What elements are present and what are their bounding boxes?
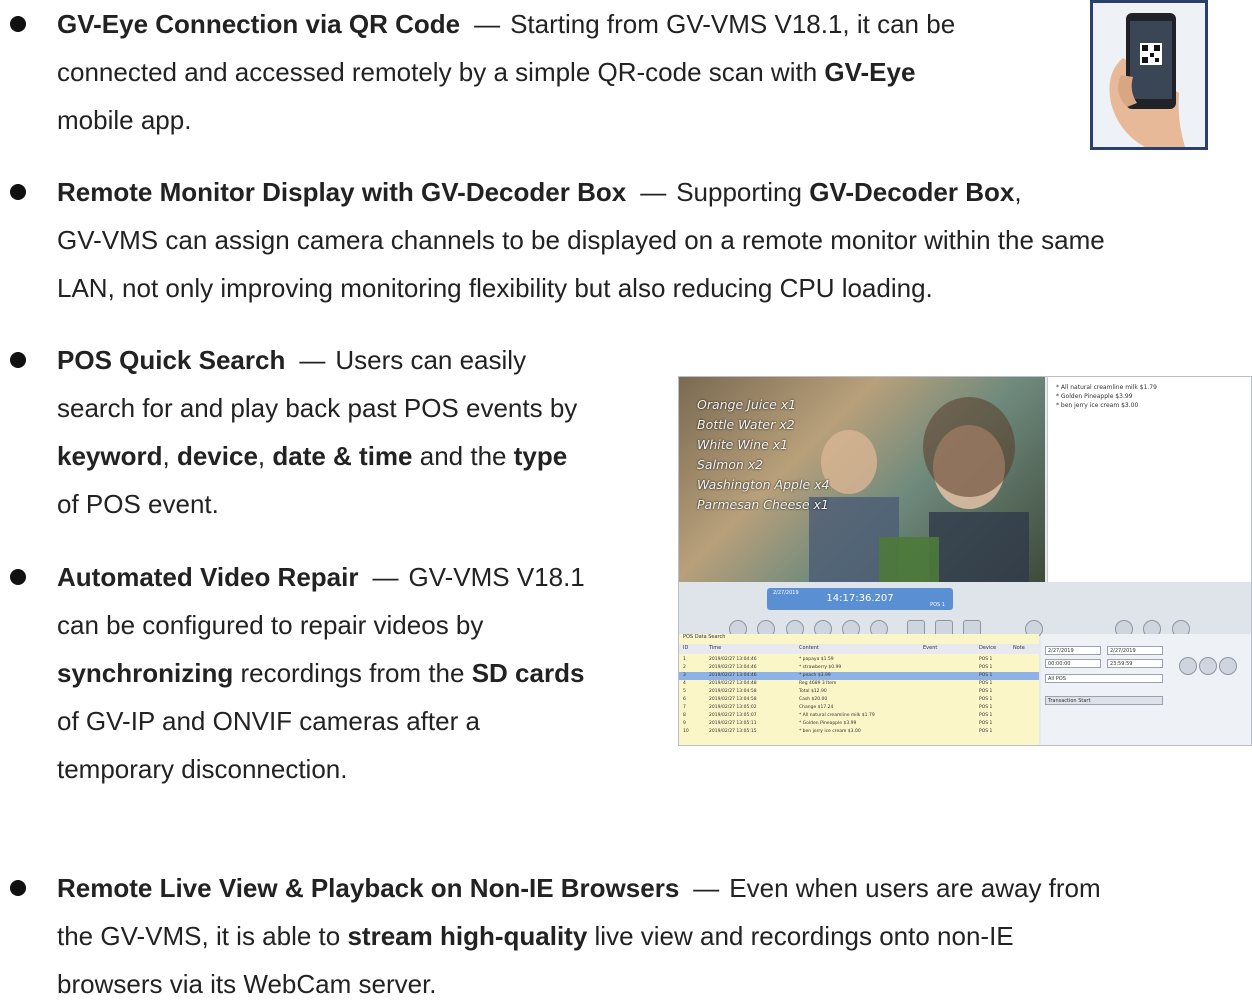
receipt-line: * ben jerry ice cream $3.00 bbox=[1056, 402, 1139, 409]
pos-search-screenshot: Orange Juice x1 Bottle Water x2 White Wi… bbox=[678, 376, 1252, 746]
col-event: Event bbox=[923, 645, 938, 651]
overlay-line: Bottle Water x2 bbox=[697, 417, 795, 432]
overlay-line: Parmesan Cheese x1 bbox=[697, 497, 829, 512]
bullet-dot bbox=[10, 16, 26, 32]
receipt-panel: * All natural creamline milk $1.79 * Gol… bbox=[1047, 377, 1251, 582]
list-icon[interactable] bbox=[1219, 656, 1237, 675]
overlay-line: White Wine x1 bbox=[697, 437, 789, 452]
table-row[interactable]: 6 2019/02/27 13:04:58 Cash $20.00 POS 1 bbox=[679, 696, 1039, 704]
overlay-line: Salmon x2 bbox=[697, 457, 764, 472]
table-row[interactable]: 9 2019/02/27 13:05:11 * Golden Pineapple $… bbox=[679, 720, 1039, 728]
bullet-dot bbox=[10, 184, 26, 200]
clock-date: 2/27/2019 bbox=[773, 590, 799, 596]
receipt-line: * Golden Pineapple $3.99 bbox=[1056, 393, 1133, 400]
paragraph: POS Quick Search — Users can easily search… bbox=[57, 345, 578, 519]
table-row-selected[interactable]: 3 2019/02/27 13:04:46 * peach $3.99 POS 1 bbox=[679, 672, 1039, 680]
table-title: POS Data Search bbox=[683, 634, 726, 640]
col-note: Note bbox=[1013, 645, 1025, 651]
clock-time: 14:17:36.207 bbox=[826, 593, 894, 604]
paragraph: Automated Video Repair — GV-VMS V18.1 can … bbox=[57, 562, 585, 784]
date-from-field[interactable]: 2/27/2019 bbox=[1045, 646, 1101, 655]
receipt-line: * All natural creamline milk $1.79 bbox=[1056, 384, 1157, 391]
transaction-field[interactable]: Transaction Start bbox=[1045, 696, 1163, 705]
table-row[interactable]: 4 2019/02/27 13:04:48 Reg 4689 3 Item POS 1 bbox=[679, 680, 1039, 688]
col-id: ID bbox=[683, 645, 689, 651]
table-row[interactable]: 10 2019/02/27 13:05:15 * ben jerry ice cre… bbox=[679, 728, 1039, 736]
paragraph: Remote Monitor Display with GV-Decoder B… bbox=[57, 177, 1105, 303]
table-row[interactable]: 1 2019/02/27 13:04:46 * papaya $1.59 POS 1 bbox=[679, 656, 1039, 664]
paragraph: Remote Live View & Playback on Non-IE Br… bbox=[57, 873, 1101, 999]
playback-clock: 2/27/2019 14:17:36.207 POS 1 bbox=[767, 588, 953, 610]
table-row[interactable]: 8 2019/02/27 13:05:07 * All natural creaml… bbox=[679, 712, 1039, 720]
table-row[interactable]: 5 2019/02/27 13:04:58 Total $12.90 POS 1 bbox=[679, 688, 1039, 696]
filter-buttons bbox=[1179, 650, 1239, 680]
bullet-dot bbox=[10, 352, 26, 368]
col-device: Device bbox=[979, 645, 997, 651]
bullet-title: GV-Eye Connection via QR Code bbox=[57, 9, 461, 39]
col-content: Content bbox=[799, 645, 819, 651]
bullet-title: Automated Video Repair bbox=[57, 562, 359, 592]
table-header: ID Time Content Event Device Note bbox=[679, 644, 1039, 654]
overlay-line: Washington Apple x4 bbox=[697, 477, 830, 492]
paragraph: GV-Eye Connection via QR Code — Starting f… bbox=[57, 9, 956, 135]
date-to-field[interactable]: 2/27/2019 bbox=[1107, 646, 1163, 655]
bullet-title: POS Quick Search bbox=[57, 345, 286, 375]
playback-controls: 2/27/2019 14:17:36.207 POS 1 bbox=[679, 582, 1251, 638]
table-row[interactable]: 7 2019/02/27 13:05:02 Change $17.24 POS 1 bbox=[679, 704, 1039, 712]
col-time: Time bbox=[709, 645, 722, 651]
pos-video-frame: Orange Juice x1 Bottle Water x2 White Wi… bbox=[679, 377, 1045, 582]
pause-icon[interactable] bbox=[1199, 656, 1217, 675]
bullet-title: Remote Monitor Display with GV-Decoder B… bbox=[57, 177, 627, 207]
bullet-title: Remote Live View & Playback on Non-IE Br… bbox=[57, 873, 680, 903]
search-icon[interactable] bbox=[1179, 656, 1197, 675]
table-row[interactable]: 2 2019/02/27 13:04:46 * strawberry $0.99 PO… bbox=[679, 664, 1039, 672]
time-from-field[interactable]: 00:00:00 bbox=[1045, 659, 1101, 668]
pos-data-table: POS Data Search ID Time Content Event De… bbox=[679, 634, 1039, 745]
bullet-dot bbox=[10, 880, 26, 896]
phone-qr-image bbox=[1090, 0, 1208, 150]
time-to-field[interactable]: 23:59:59 bbox=[1107, 659, 1163, 668]
phone-hand-icon bbox=[1093, 3, 1205, 147]
device-select[interactable]: All POS bbox=[1045, 674, 1163, 683]
search-filter-panel: 2/27/2019 2/27/2019 00:00:00 23:59:59 Al… bbox=[1041, 634, 1251, 745]
overlay-line: Orange Juice x1 bbox=[697, 397, 797, 412]
bullet-dot bbox=[10, 569, 26, 585]
